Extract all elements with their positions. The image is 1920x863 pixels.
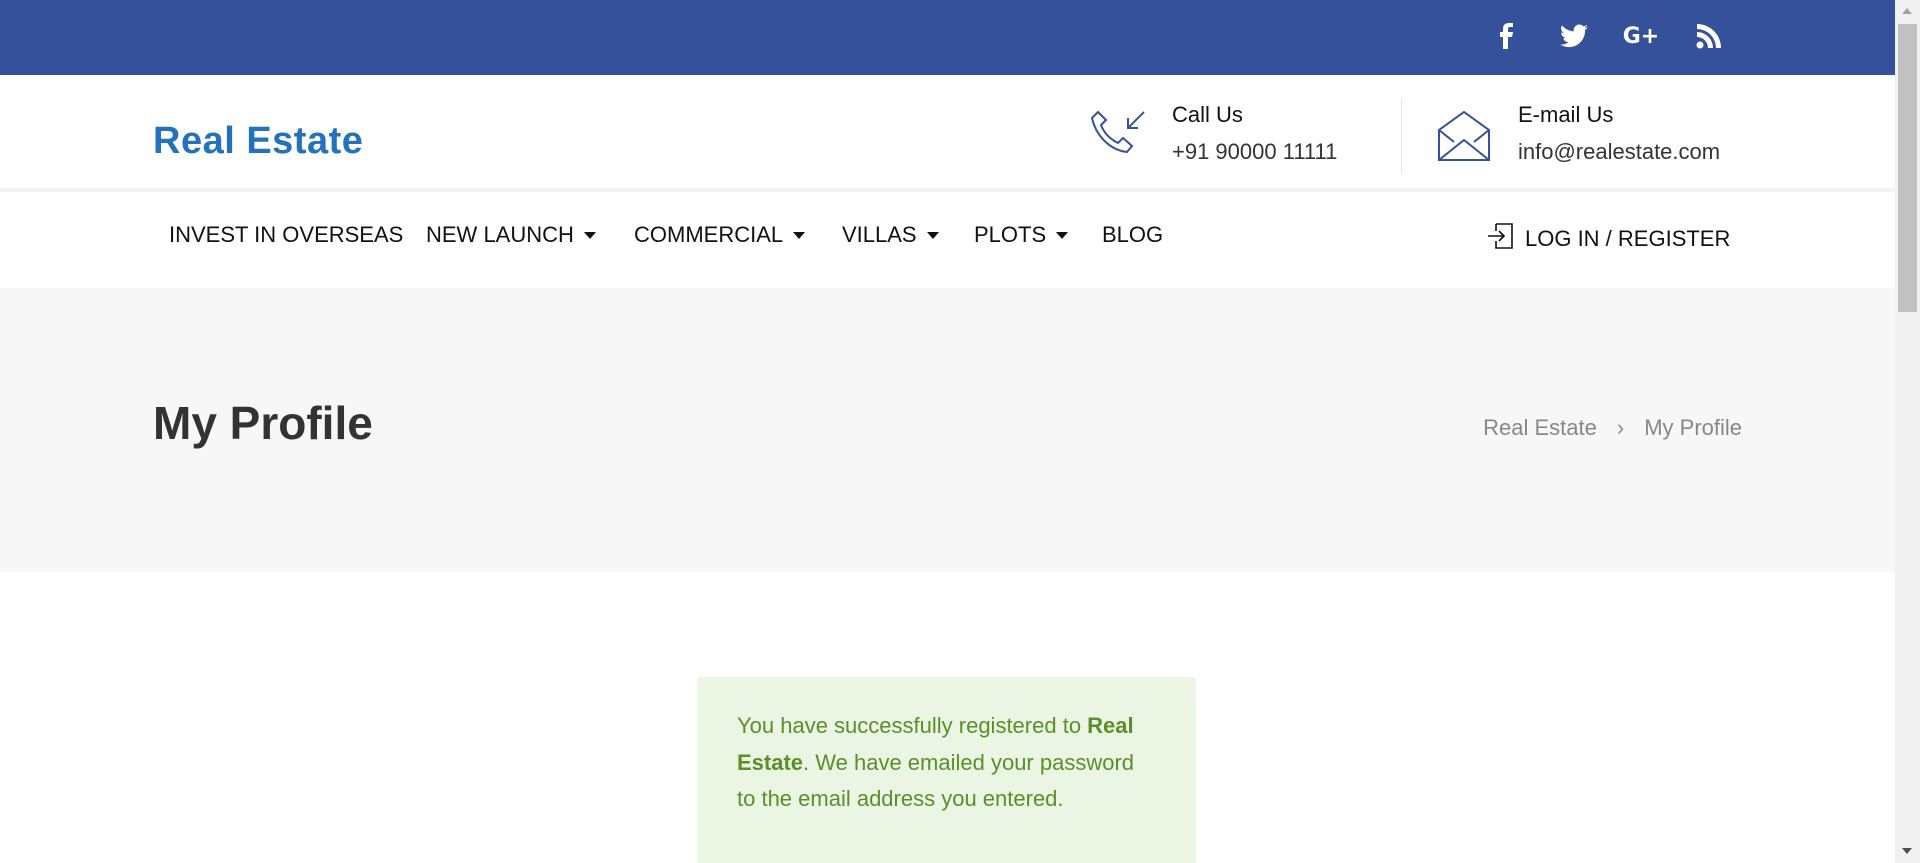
phone-number[interactable]: +91 90000 11111 bbox=[1172, 139, 1337, 165]
header: Real Estate Call Us +91 90000 11111 E-ma… bbox=[0, 75, 1895, 192]
main-nav: INVEST IN OVERSEAS NEW LAUNCH COMMERCIAL… bbox=[0, 192, 1895, 288]
breadcrumb: Real Estate › My Profile bbox=[1483, 415, 1742, 441]
nav-new-launch[interactable]: NEW LAUNCH bbox=[426, 222, 596, 248]
page-header-band: My Profile Real Estate › My Profile bbox=[0, 288, 1895, 572]
facebook-icon[interactable] bbox=[1488, 18, 1524, 54]
phone-icon bbox=[1090, 108, 1146, 166]
nav-villas[interactable]: VILLAS bbox=[842, 222, 939, 248]
scroll-up-icon[interactable] bbox=[1902, 8, 1912, 14]
email-label: E-mail Us bbox=[1518, 102, 1614, 127]
nav-label: VILLAS bbox=[842, 222, 917, 247]
nav-blog[interactable]: BLOG bbox=[1102, 222, 1163, 248]
scroll-down-icon[interactable] bbox=[1902, 848, 1912, 854]
logo[interactable]: Real Estate bbox=[153, 120, 363, 163]
caret-down-icon bbox=[1056, 231, 1069, 239]
rss-icon[interactable] bbox=[1691, 18, 1727, 54]
caret-down-icon bbox=[926, 231, 939, 239]
envelope-icon bbox=[1438, 110, 1490, 166]
nav-label: COMMERCIAL bbox=[634, 222, 784, 247]
vertical-scrollbar[interactable] bbox=[1895, 0, 1920, 863]
nav-label: NEW LAUNCH bbox=[426, 222, 574, 247]
nav-plots[interactable]: PLOTS bbox=[974, 222, 1069, 248]
login-register-link[interactable]: LOG IN / REGISTER bbox=[1487, 222, 1730, 256]
twitter-icon[interactable] bbox=[1556, 18, 1592, 54]
email-address[interactable]: info@realestate.com bbox=[1518, 139, 1720, 165]
page-title: My Profile bbox=[153, 397, 373, 449]
breadcrumb-separator: › bbox=[1616, 415, 1625, 440]
nav-invest-in-overseas[interactable]: INVEST IN OVERSEAS bbox=[169, 222, 403, 248]
top-bar: G+ bbox=[0, 0, 1895, 75]
nav-label: PLOTS bbox=[974, 222, 1047, 247]
nav-label: BLOG bbox=[1102, 222, 1164, 247]
login-label: LOG IN / REGISTER bbox=[1525, 226, 1731, 251]
nav-commercial[interactable]: COMMERCIAL bbox=[634, 222, 806, 248]
breadcrumb-home[interactable]: Real Estate bbox=[1483, 415, 1597, 441]
nav-label: INVEST IN OVERSEAS bbox=[169, 222, 404, 247]
caret-down-icon bbox=[583, 231, 596, 239]
caret-down-icon bbox=[793, 231, 806, 239]
call-label: Call Us bbox=[1172, 102, 1243, 127]
divider bbox=[1401, 100, 1402, 172]
google-plus-icon[interactable]: G+ bbox=[1623, 18, 1660, 54]
alert-text: You have successfully registered to bbox=[737, 713, 1088, 738]
breadcrumb-current: My Profile bbox=[1644, 415, 1742, 440]
success-alert: You have successfully registered to Real… bbox=[697, 677, 1196, 863]
sign-in-icon bbox=[1487, 222, 1515, 256]
scrollbar-thumb[interactable] bbox=[1898, 24, 1917, 312]
